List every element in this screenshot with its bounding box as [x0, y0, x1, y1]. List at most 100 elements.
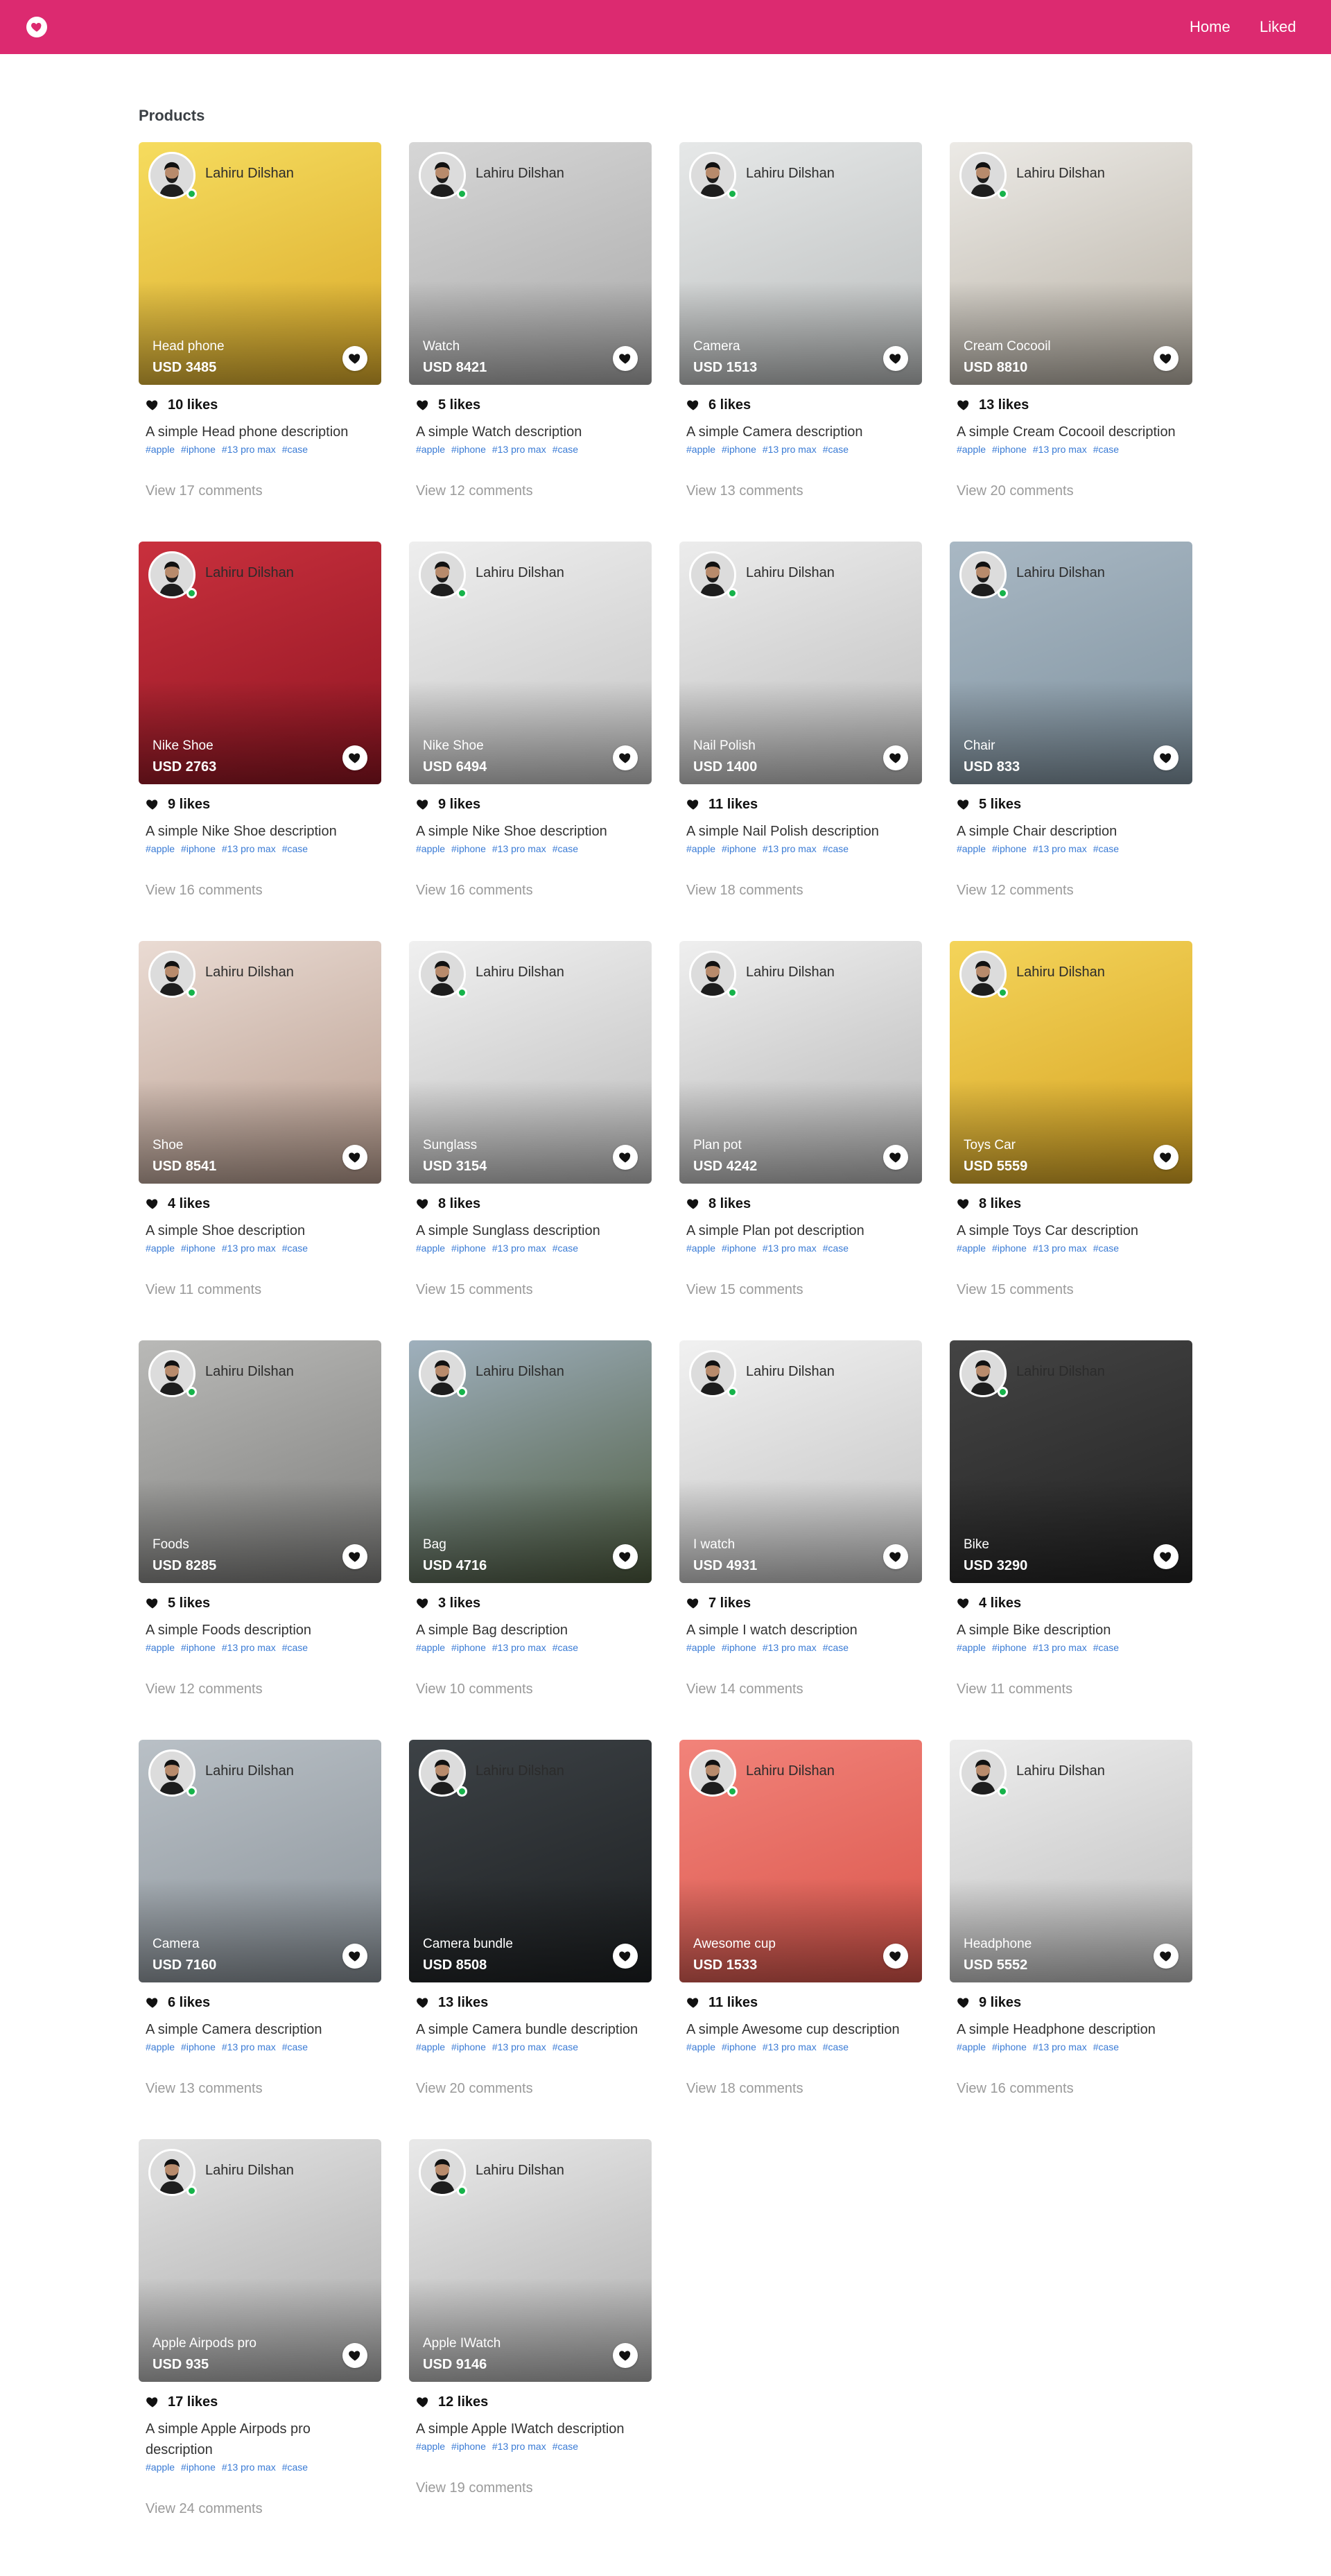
tag-link[interactable]: #case	[1093, 1241, 1119, 1255]
like-button[interactable]	[613, 2343, 638, 2368]
tag-link[interactable]: #case	[553, 2439, 578, 2453]
tag-link[interactable]: #case	[553, 442, 578, 456]
tag-link[interactable]: #iphone	[451, 1241, 486, 1255]
product-image[interactable]: Lahiru Dilshan Bag USD 4716	[409, 1340, 652, 1583]
product-image[interactable]: Lahiru Dilshan Apple IWatch USD 9146	[409, 2139, 652, 2382]
view-comments-link[interactable]: View 12 comments	[146, 1682, 263, 1697]
view-comments-link[interactable]: View 24 comments	[146, 2501, 263, 2517]
tag-link[interactable]: #13 pro max	[763, 2040, 817, 2054]
tag-link[interactable]: #case	[282, 2040, 308, 2054]
tag-link[interactable]: #13 pro max	[763, 442, 817, 456]
tag-link[interactable]: #apple	[416, 1641, 445, 1654]
like-button[interactable]	[613, 745, 638, 770]
like-button[interactable]	[342, 2343, 367, 2368]
like-button[interactable]	[883, 745, 908, 770]
tag-link[interactable]: #apple	[957, 2040, 986, 2054]
tag-link[interactable]: #13 pro max	[1033, 842, 1087, 856]
tag-link[interactable]: #apple	[957, 842, 986, 856]
tag-link[interactable]: #apple	[146, 1241, 175, 1255]
like-button[interactable]	[883, 346, 908, 371]
tag-link[interactable]: #apple	[146, 1641, 175, 1654]
tag-link[interactable]: #case	[823, 842, 849, 856]
view-comments-link[interactable]: View 11 comments	[146, 1282, 261, 1298]
tag-link[interactable]: #13 pro max	[1033, 1641, 1087, 1654]
tag-link[interactable]: #13 pro max	[222, 1641, 276, 1654]
product-image[interactable]: Lahiru Dilshan Nike Shoe USD 2763	[139, 542, 381, 784]
tag-link[interactable]: #case	[1093, 842, 1119, 856]
view-comments-link[interactable]: View 14 comments	[686, 1682, 803, 1697]
product-image[interactable]: Lahiru Dilshan Headphone USD 5552	[950, 1740, 1192, 1982]
tag-link[interactable]: #case	[553, 1641, 578, 1654]
tag-link[interactable]: #apple	[416, 842, 445, 856]
tag-link[interactable]: #case	[1093, 442, 1119, 456]
tag-link[interactable]: #apple	[146, 442, 175, 456]
product-image[interactable]: Lahiru Dilshan Camera USD 1513	[679, 142, 922, 385]
tag-link[interactable]: #iphone	[451, 442, 486, 456]
tag-link[interactable]: #13 pro max	[492, 2040, 546, 2054]
view-comments-link[interactable]: View 18 comments	[686, 883, 803, 899]
tag-link[interactable]: #13 pro max	[492, 2439, 546, 2453]
view-comments-link[interactable]: View 11 comments	[957, 1682, 1072, 1697]
tag-link[interactable]: #case	[282, 2460, 308, 2474]
tag-link[interactable]: #13 pro max	[222, 442, 276, 456]
tag-link[interactable]: #iphone	[181, 1241, 216, 1255]
view-comments-link[interactable]: View 13 comments	[146, 2081, 263, 2097]
like-button[interactable]	[1154, 1544, 1178, 1569]
like-button[interactable]	[342, 1145, 367, 1170]
tag-link[interactable]: #case	[282, 1641, 308, 1654]
tag-link[interactable]: #case	[823, 1641, 849, 1654]
view-comments-link[interactable]: View 12 comments	[416, 483, 533, 499]
tag-link[interactable]: #case	[282, 442, 308, 456]
tag-link[interactable]: #iphone	[992, 1241, 1027, 1255]
product-image[interactable]: Lahiru Dilshan Head phone USD 3485	[139, 142, 381, 385]
product-image[interactable]: Lahiru Dilshan Camera USD 7160	[139, 1740, 381, 1982]
product-image[interactable]: Lahiru Dilshan Toys Car USD 5559	[950, 941, 1192, 1184]
product-image[interactable]: Lahiru Dilshan Plan pot USD 4242	[679, 941, 922, 1184]
tag-link[interactable]: #iphone	[722, 2040, 756, 2054]
tag-link[interactable]: #iphone	[181, 2460, 216, 2474]
like-button[interactable]	[1154, 346, 1178, 371]
tag-link[interactable]: #iphone	[722, 1241, 756, 1255]
like-button[interactable]	[883, 1544, 908, 1569]
tag-link[interactable]: #13 pro max	[1033, 442, 1087, 456]
tag-link[interactable]: #iphone	[451, 842, 486, 856]
like-button[interactable]	[1154, 745, 1178, 770]
tag-link[interactable]: #apple	[416, 2439, 445, 2453]
tag-link[interactable]: #apple	[957, 442, 986, 456]
tag-link[interactable]: #apple	[686, 1641, 715, 1654]
view-comments-link[interactable]: View 15 comments	[957, 1282, 1074, 1298]
nav-home-link[interactable]: Home	[1190, 17, 1230, 37]
product-image[interactable]: Lahiru Dilshan Foods USD 8285	[139, 1340, 381, 1583]
like-button[interactable]	[883, 1944, 908, 1969]
tag-link[interactable]: #13 pro max	[492, 442, 546, 456]
product-image[interactable]: Lahiru Dilshan I watch USD 4931	[679, 1340, 922, 1583]
tag-link[interactable]: #13 pro max	[1033, 1241, 1087, 1255]
like-button[interactable]	[883, 1145, 908, 1170]
tag-link[interactable]: #apple	[416, 1241, 445, 1255]
tag-link[interactable]: #iphone	[992, 1641, 1027, 1654]
tag-link[interactable]: #case	[553, 2040, 578, 2054]
like-button[interactable]	[613, 1145, 638, 1170]
tag-link[interactable]: #13 pro max	[492, 1241, 546, 1255]
product-image[interactable]: Lahiru Dilshan Watch USD 8421	[409, 142, 652, 385]
tag-link[interactable]: #case	[1093, 1641, 1119, 1654]
view-comments-link[interactable]: View 20 comments	[957, 483, 1074, 499]
product-image[interactable]: Lahiru Dilshan Apple Airpods pro USD 935	[139, 2139, 381, 2382]
view-comments-link[interactable]: View 17 comments	[146, 483, 263, 499]
product-image[interactable]: Lahiru Dilshan Camera bundle USD 8508	[409, 1740, 652, 1982]
view-comments-link[interactable]: View 19 comments	[416, 2480, 533, 2496]
tag-link[interactable]: #apple	[146, 842, 175, 856]
tag-link[interactable]: #iphone	[181, 842, 216, 856]
tag-link[interactable]: #iphone	[451, 2040, 486, 2054]
tag-link[interactable]: #apple	[686, 842, 715, 856]
tag-link[interactable]: #apple	[957, 1241, 986, 1255]
like-button[interactable]	[342, 745, 367, 770]
view-comments-link[interactable]: View 15 comments	[416, 1282, 533, 1298]
tag-link[interactable]: #case	[823, 2040, 849, 2054]
tag-link[interactable]: #apple	[686, 442, 715, 456]
tag-link[interactable]: #13 pro max	[1033, 2040, 1087, 2054]
view-comments-link[interactable]: View 12 comments	[957, 883, 1074, 899]
like-button[interactable]	[342, 1944, 367, 1969]
product-image[interactable]: Lahiru Dilshan Sunglass USD 3154	[409, 941, 652, 1184]
view-comments-link[interactable]: View 16 comments	[146, 883, 263, 899]
